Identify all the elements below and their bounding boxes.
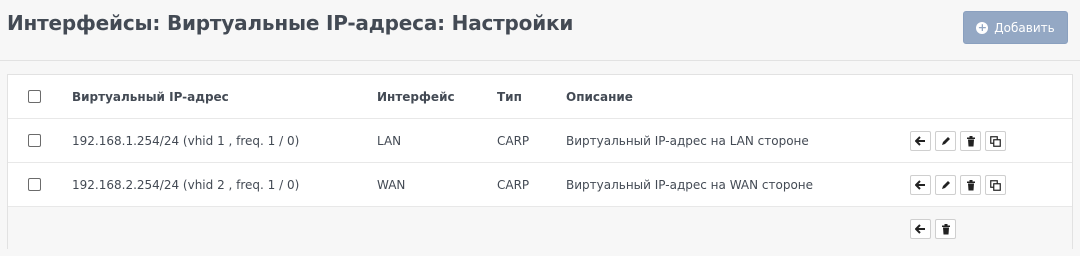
- table-row: 192.168.2.254/24 (vhid 2 , freq. 1 / 0) …: [8, 163, 1072, 207]
- arrow-left-icon: [915, 180, 925, 190]
- arrow-left-icon: [915, 136, 925, 146]
- row-actions: [910, 175, 1006, 195]
- delete-button[interactable]: [960, 175, 981, 195]
- bulk-actions: [910, 219, 956, 239]
- trash-icon: [966, 179, 975, 190]
- plus-circle-icon: +: [976, 21, 989, 34]
- row-checkbox[interactable]: [28, 178, 41, 191]
- column-header-description: Описание: [566, 90, 633, 104]
- cell-interface: LAN: [377, 134, 402, 148]
- edit-button[interactable]: [935, 175, 956, 195]
- add-button-label: Добавить: [994, 20, 1055, 35]
- delete-button[interactable]: [960, 131, 981, 151]
- delete-selected-button[interactable]: [935, 219, 956, 239]
- column-header-address: Виртуальный IP-адрес: [72, 90, 229, 104]
- virtual-ip-table: Виртуальный IP-адрес Интерфейс Тип Описа…: [7, 74, 1073, 250]
- move-button[interactable]: [910, 175, 931, 195]
- cell-address: 192.168.1.254/24 (vhid 1 , freq. 1 / 0): [72, 134, 300, 148]
- column-header-interface: Интерфейс: [377, 90, 455, 104]
- cell-type: CARP: [497, 178, 530, 192]
- pencil-icon: [941, 137, 950, 145]
- cell-type: CARP: [497, 134, 530, 148]
- trash-icon: [966, 135, 975, 146]
- copy-icon: [990, 135, 1001, 147]
- column-header-type: Тип: [497, 90, 522, 104]
- edit-button[interactable]: [935, 131, 956, 151]
- clone-button[interactable]: [985, 131, 1006, 151]
- cell-description: Виртуальный IP-адрес на WAN стороне: [566, 178, 814, 192]
- table-row: 192.168.1.254/24 (vhid 1 , freq. 1 / 0) …: [8, 119, 1072, 163]
- table-footer-row: [8, 207, 1072, 250]
- pencil-icon: [941, 181, 950, 189]
- page-title: Интерфейсы: Виртуальные IP-адреса: Настр…: [7, 11, 574, 35]
- clone-button[interactable]: [985, 175, 1006, 195]
- row-checkbox[interactable]: [28, 134, 41, 147]
- trash-icon: [941, 223, 950, 234]
- select-all-checkbox[interactable]: [28, 90, 41, 103]
- add-button[interactable]: + Добавить: [963, 11, 1068, 44]
- move-button[interactable]: [910, 131, 931, 151]
- page-header: Интерфейсы: Виртуальные IP-адреса: Настр…: [0, 0, 1080, 61]
- move-selected-button[interactable]: [910, 219, 931, 239]
- table-header-row: Виртуальный IP-адрес Интерфейс Тип Описа…: [8, 75, 1072, 119]
- copy-icon: [990, 179, 1001, 191]
- row-actions: [910, 131, 1006, 151]
- cell-description: Виртуальный IP-адрес на LAN стороне: [566, 134, 809, 148]
- cell-address: 192.168.2.254/24 (vhid 2 , freq. 1 / 0): [72, 178, 300, 192]
- arrow-left-icon: [915, 224, 925, 234]
- cell-interface: WAN: [377, 178, 406, 192]
